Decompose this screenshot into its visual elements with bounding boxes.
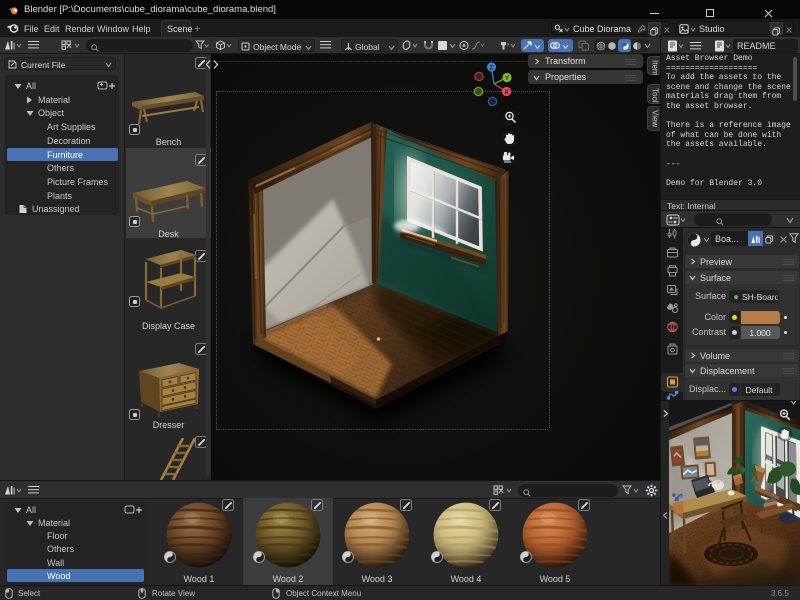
svg-text:X: X [504, 89, 509, 96]
svg-text:Y: Y [505, 75, 510, 82]
svg-text:Z: Z [490, 65, 494, 72]
